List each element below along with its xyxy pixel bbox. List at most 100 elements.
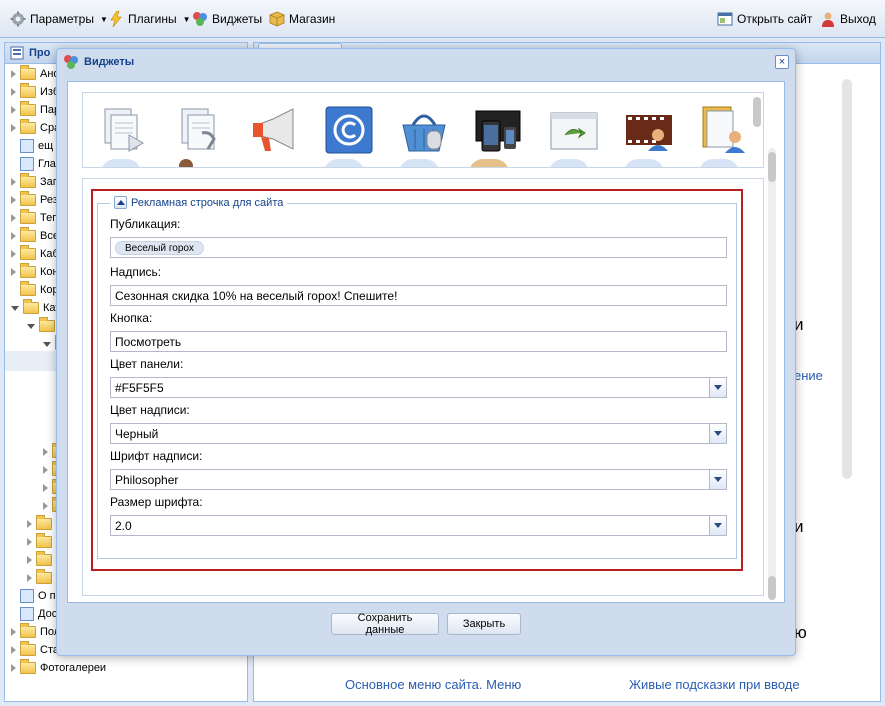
gear-icon xyxy=(10,11,26,27)
expand-arrow-icon xyxy=(11,664,16,672)
tree-item[interactable]: Ста xyxy=(11,641,59,659)
folder-icon xyxy=(20,263,36,278)
devices-widget-icon[interactable] xyxy=(474,105,524,155)
text-color-label: Цвет надписи: xyxy=(110,403,190,417)
live-hints-link[interactable]: Живые подсказки при вводе xyxy=(629,677,800,692)
main-scrollbar[interactable] xyxy=(842,79,852,479)
gallery-next-row-item xyxy=(624,159,664,167)
widget-settings-area: Рекламная строчка для сайта Публикация: … xyxy=(82,178,764,596)
tree-item[interactable] xyxy=(27,317,59,335)
copyright-widget-icon[interactable] xyxy=(324,105,374,155)
page-icon xyxy=(20,139,34,153)
publication-field[interactable]: Веселый горох xyxy=(110,237,727,258)
folder-icon xyxy=(20,101,36,116)
tree-item[interactable]: Кор xyxy=(20,281,59,299)
tree-item-label: Фотогалереи xyxy=(40,662,107,674)
tree-item[interactable]: Пол xyxy=(11,623,60,641)
font-label: Шрифт надписи: xyxy=(110,449,203,463)
gallery-scrollbar[interactable] xyxy=(753,97,761,127)
chevron-down-icon: ▼ xyxy=(182,14,191,24)
chevron-down-icon: ▼ xyxy=(99,14,108,24)
panel-color-select[interactable]: #F5F5F5 xyxy=(110,377,727,398)
publication-tag[interactable]: Веселый горох xyxy=(115,241,204,255)
documents-widget-icon[interactable] xyxy=(99,105,149,155)
expand-arrow-icon xyxy=(11,178,16,186)
document-person-widget-icon[interactable] xyxy=(699,105,749,155)
folder-icon xyxy=(20,65,36,80)
expand-arrow-icon xyxy=(27,538,32,546)
tree-item-label: Тег xyxy=(40,212,57,224)
tree-item[interactable] xyxy=(27,569,56,587)
collapse-arrow-icon xyxy=(27,323,35,329)
tree-item[interactable]: О п xyxy=(20,587,56,605)
expand-arrow-icon xyxy=(27,574,32,582)
folder-icon xyxy=(36,569,52,584)
tree-item[interactable] xyxy=(27,551,56,569)
gallery-next-row-item xyxy=(324,159,364,167)
text-color-select[interactable]: Черный xyxy=(110,423,727,444)
fieldset-legend: Рекламная строчка для сайта xyxy=(110,196,288,209)
tree-item[interactable]: Ано xyxy=(11,65,60,83)
tree-item[interactable]: Пар xyxy=(11,101,60,119)
chevron-down-icon[interactable] xyxy=(709,378,726,397)
widget-gallery xyxy=(82,92,764,168)
close-button[interactable]: Закрыть xyxy=(447,613,521,635)
dialog-scrollbar-thumb[interactable] xyxy=(768,576,776,600)
button-text-input[interactable]: Посмотреть xyxy=(110,331,727,352)
gallery-next-row-item xyxy=(549,159,589,167)
widgets-button[interactable]: Виджеты xyxy=(192,9,262,29)
plugins-menu-button[interactable]: Плагины ▼ xyxy=(108,9,191,29)
tree-item[interactable]: Гла xyxy=(20,155,56,173)
dialog-scrollbar-track[interactable] xyxy=(768,148,776,598)
tree-item[interactable]: Все xyxy=(11,227,59,245)
tree-item[interactable]: ещ xyxy=(20,137,53,155)
page-icon xyxy=(20,589,34,603)
expand-arrow-icon xyxy=(27,556,32,564)
tree-item[interactable]: Каб xyxy=(11,245,59,263)
chevron-down-icon[interactable] xyxy=(709,516,726,535)
expand-arrow-icon xyxy=(27,520,32,528)
font-size-value: 2.0 xyxy=(115,519,132,533)
tree-item[interactable]: Кат xyxy=(11,299,60,317)
logout-button[interactable]: Выход xyxy=(820,9,876,29)
attachments-widget-icon[interactable] xyxy=(174,105,224,155)
tree-item[interactable] xyxy=(27,533,56,551)
shopping-basket-widget-icon[interactable] xyxy=(399,105,449,155)
video-person-widget-icon[interactable] xyxy=(624,105,674,155)
page-icon xyxy=(20,607,34,621)
window-redirect-widget-icon[interactable] xyxy=(549,105,599,155)
close-icon[interactable]: × xyxy=(775,55,789,69)
settings-menu-button[interactable]: Параметры ▼ xyxy=(10,9,108,29)
shop-button[interactable]: Магазин xyxy=(269,9,335,29)
folder-icon xyxy=(39,317,55,332)
caption-input[interactable]: Сезонная скидка 10% на веселый горох! Сп… xyxy=(110,285,727,306)
tree-item[interactable]: Фотогалереи xyxy=(11,659,106,677)
tree-item[interactable] xyxy=(27,515,56,533)
box-icon xyxy=(269,11,285,27)
font-select[interactable]: Philosopher xyxy=(110,469,727,490)
folder-icon xyxy=(20,641,36,656)
folder-icon xyxy=(36,515,52,530)
tree-item[interactable]: Изб xyxy=(11,83,59,101)
chevron-down-icon[interactable] xyxy=(709,470,726,489)
text-color-value: Черный xyxy=(115,427,159,441)
font-size-select[interactable]: 2.0 xyxy=(110,515,727,536)
tree-item[interactable]: Рез xyxy=(11,191,58,209)
dialog-scrollbar-thumb[interactable] xyxy=(768,152,776,182)
tree-item[interactable]: Сра xyxy=(11,119,60,137)
collapse-icon[interactable] xyxy=(114,196,127,209)
save-button[interactable]: Сохранить данные xyxy=(331,612,439,636)
main-menu-link[interactable]: Основное меню сайта. Меню xyxy=(345,677,521,692)
tree-item[interactable]: Дос xyxy=(20,605,57,623)
tree-item[interactable]: Тег xyxy=(11,209,56,227)
background-link[interactable]: ение xyxy=(794,368,823,383)
folder-icon xyxy=(23,299,39,314)
expand-arrow-icon xyxy=(43,502,48,510)
collapse-arrow-icon xyxy=(43,341,51,347)
open-site-button[interactable]: Открыть сайт xyxy=(717,9,812,29)
chevron-down-icon[interactable] xyxy=(709,424,726,443)
folder-icon xyxy=(20,209,36,224)
tree-item[interactable]: Зап xyxy=(11,173,59,191)
megaphone-widget-icon[interactable] xyxy=(249,105,299,155)
tree-item[interactable]: Кон xyxy=(11,263,59,281)
